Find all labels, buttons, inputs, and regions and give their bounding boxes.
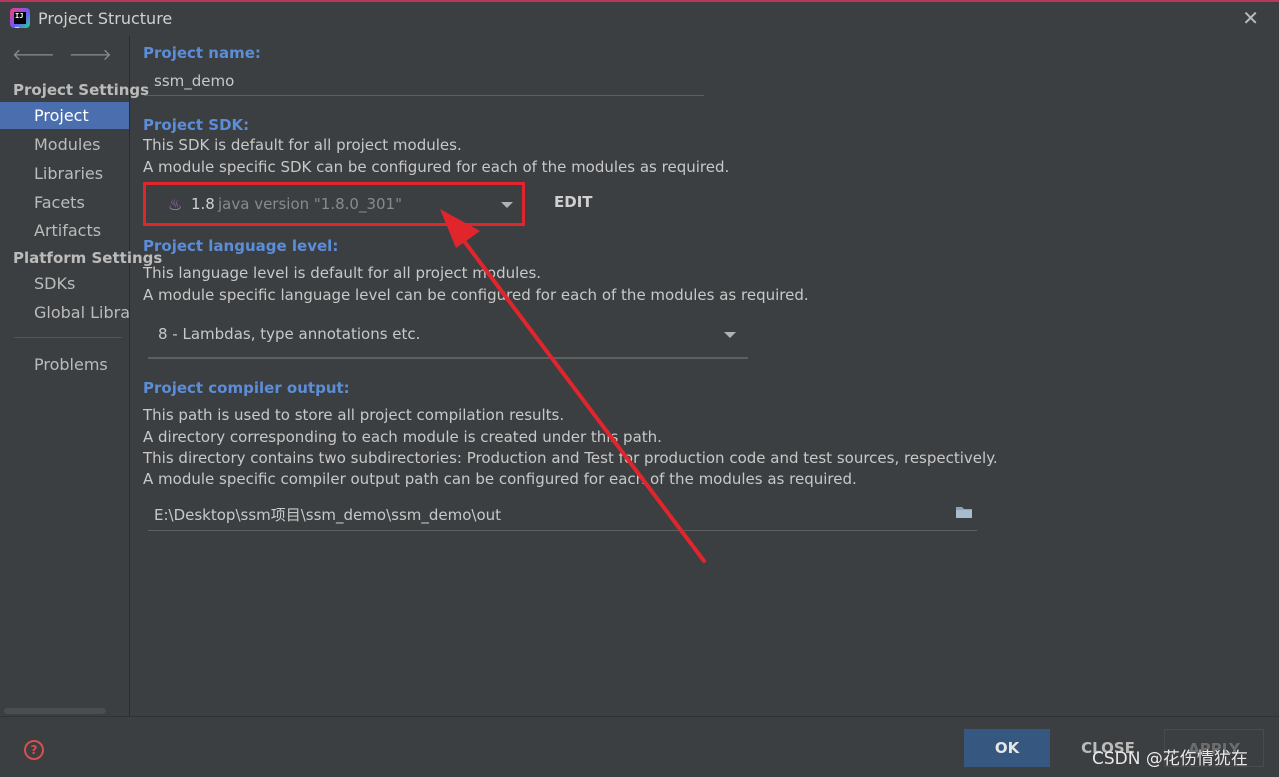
sdk-version: 1.8: [191, 195, 215, 213]
language-description-1: This language level is default for all p…: [143, 264, 542, 282]
project-name-label: Project name:: [143, 44, 261, 62]
sidebar-item-facets[interactable]: Facets: [0, 189, 129, 216]
sidebar: 🡐 🡒 Project Settings Project Modules Libr…: [0, 36, 162, 716]
watermark: CSDN @花伤情犹在: [1092, 749, 1248, 769]
sdk-description-2: A module specific SDK can be configured …: [143, 158, 730, 176]
sidebar-divider: [14, 337, 122, 338]
compiler-description-3: This directory contains two subdirectori…: [143, 449, 998, 467]
forward-arrow-icon[interactable]: 🡒: [69, 45, 112, 64]
sdk-dropdown[interactable]: ♨ 1.8 java version "1.8.0_301": [143, 182, 525, 226]
project-sdk-label: Project SDK:: [143, 116, 250, 134]
sidebar-item-problems[interactable]: Problems: [0, 351, 129, 378]
section-project-settings: Project Settings: [13, 81, 150, 99]
main-panel: Project name: Project SDK: This SDK is d…: [130, 36, 1279, 716]
sidebar-item-artifacts[interactable]: Artifacts: [0, 217, 129, 244]
sidebar-item-libraries[interactable]: Libraries: [0, 160, 129, 187]
intellij-logo-icon: IJ _: [10, 8, 30, 28]
close-window-icon[interactable]: ✕: [1242, 6, 1259, 30]
compiler-output-path: E:\Desktop\ssm项目\ssm_demo\ssm_demo\out: [154, 506, 502, 524]
sdk-edit-label: EDIT: [554, 193, 593, 211]
compiler-description-2: A directory corresponding to each module…: [143, 428, 662, 446]
nav-arrows: 🡐 🡒: [12, 44, 126, 64]
language-level-dropdown[interactable]: 8 - Lambdas, type annotations etc.: [148, 319, 748, 359]
compiler-description-4: A module specific compiler output path c…: [143, 470, 857, 488]
title-bar: IJ _ Project Structure ✕: [0, 2, 1279, 36]
language-level-value: 8 - Lambdas, type annotations etc.: [158, 325, 421, 343]
sdk-version-detail: java version "1.8.0_301": [218, 195, 402, 213]
sidebar-item-sdks[interactable]: SDKs: [0, 270, 129, 297]
chevron-down-icon: [724, 332, 736, 338]
sidebar-item-global-libraries[interactable]: Global Libraries: [0, 299, 129, 326]
window-title: Project Structure: [38, 9, 173, 28]
back-arrow-icon[interactable]: 🡐: [12, 45, 55, 64]
sdk-description-1: This SDK is default for all project modu…: [143, 136, 462, 154]
folder-icon[interactable]: [955, 505, 973, 519]
language-level-label: Project language level:: [143, 237, 339, 255]
java-cup-icon: ♨: [168, 195, 183, 214]
sdk-edit-button[interactable]: EDIT: [554, 193, 593, 211]
compiler-description-1: This path is used to store all project c…: [143, 406, 565, 424]
bottom-bar: ? OK CLOSE APPLY: [0, 716, 1279, 777]
ok-button[interactable]: OK: [964, 729, 1050, 767]
project-name-input[interactable]: [144, 66, 704, 96]
sidebar-item-modules[interactable]: Modules: [0, 131, 129, 158]
compiler-output-label: Project compiler output:: [143, 379, 350, 397]
language-description-2: A module specific language level can be …: [143, 286, 809, 304]
sidebar-item-project[interactable]: Project: [0, 102, 129, 129]
chevron-down-icon: [501, 202, 513, 208]
compiler-output-input[interactable]: E:\Desktop\ssm项目\ssm_demo\ssm_demo\out: [148, 502, 977, 531]
sidebar-scrollbar[interactable]: [4, 708, 106, 714]
help-icon[interactable]: ?: [24, 740, 44, 760]
